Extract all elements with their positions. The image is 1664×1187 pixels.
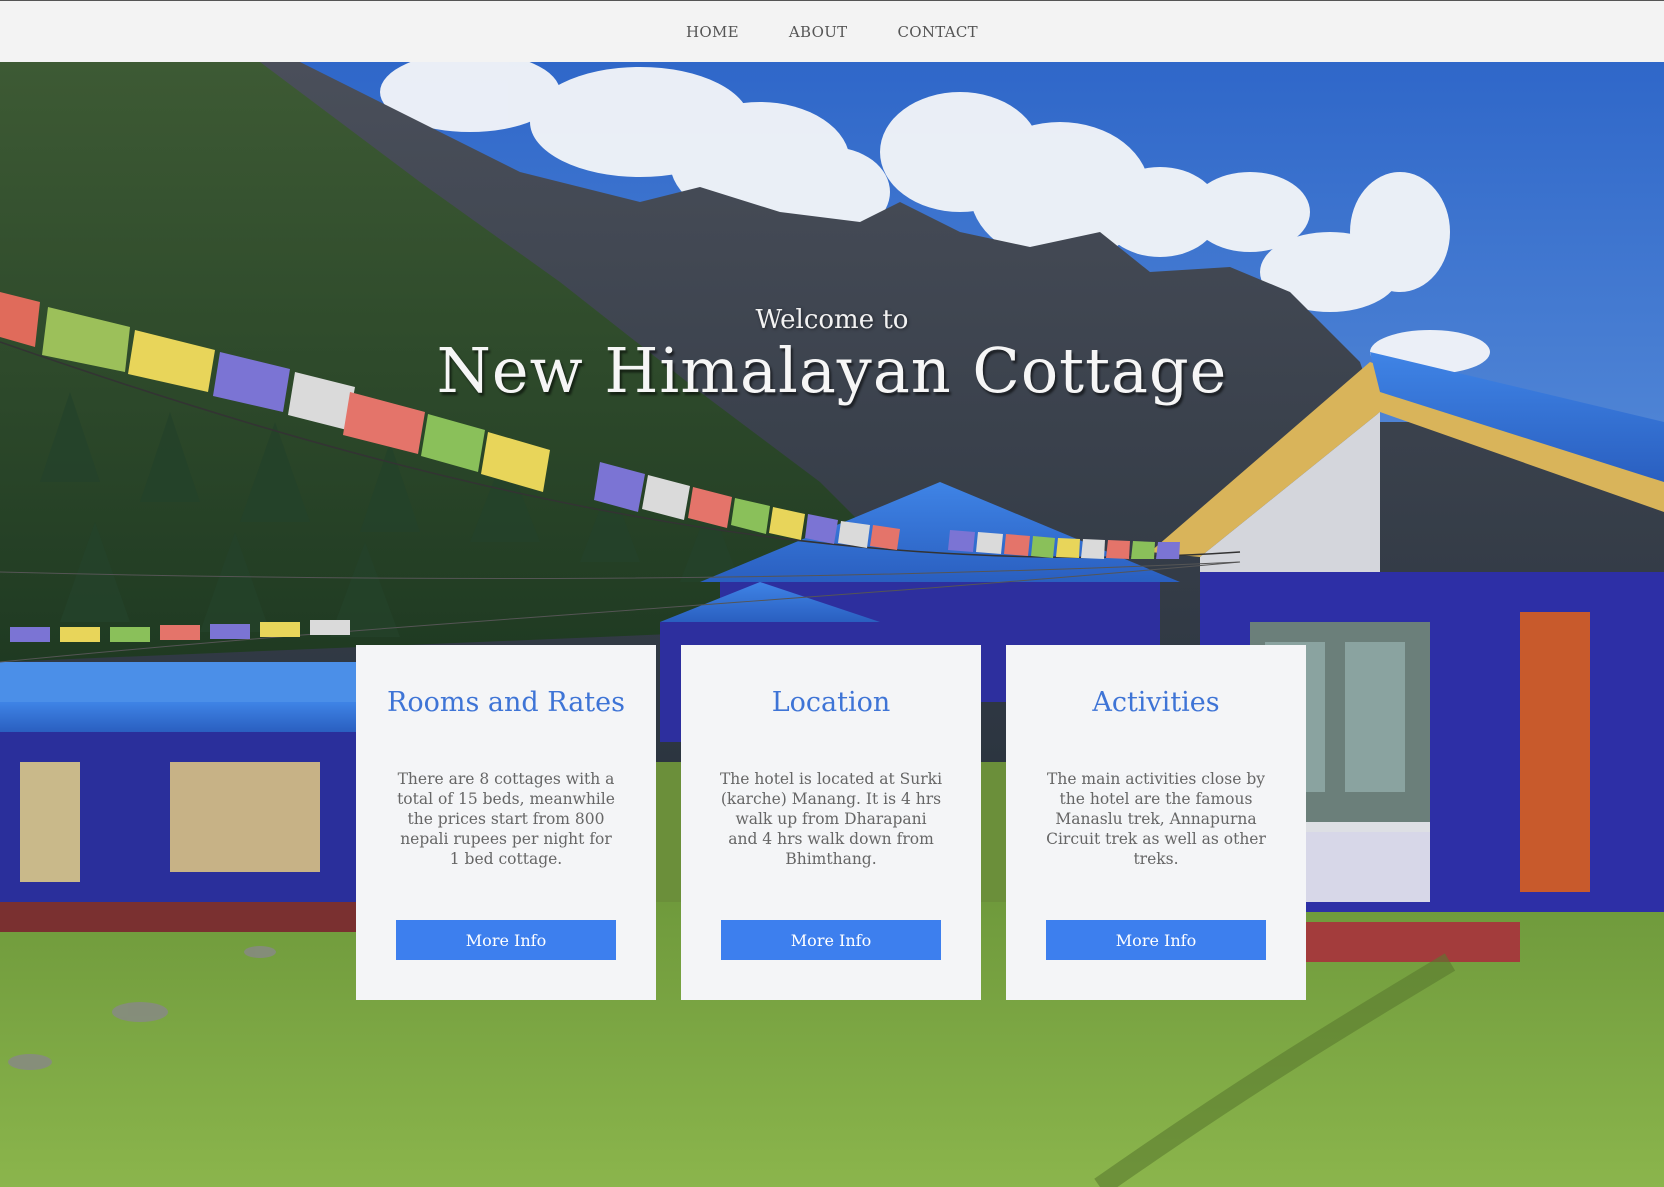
nav-contact-link[interactable]: CONTACT	[897, 19, 978, 45]
card-activities: Activities The main activities close by …	[1006, 645, 1306, 1000]
activities-more-info-button[interactable]: More Info	[1046, 920, 1266, 960]
card-rooms-and-rates: Rooms and Rates There are 8 cottages wit…	[356, 645, 656, 1000]
card-heading: Rooms and Rates	[387, 687, 625, 718]
card-text: The hotel is located at Surki (karche) M…	[719, 770, 943, 868]
card-heading: Activities	[1092, 687, 1220, 718]
top-nav: HOME ABOUT CONTACT	[0, 0, 1664, 62]
nav-about-link[interactable]: ABOUT	[789, 19, 848, 45]
hero-background-image	[0, 62, 1664, 1187]
rooms-more-info-button[interactable]: More Info	[396, 920, 616, 960]
card-heading: Location	[771, 687, 891, 718]
card-text: The main activities close by the hotel a…	[1046, 770, 1266, 868]
page-title: New Himalayan Cottage	[436, 334, 1228, 407]
card-location: Location The hotel is located at Surki (…	[681, 645, 981, 1000]
welcome-text: Welcome to	[755, 305, 909, 335]
nav-home-link[interactable]: HOME	[686, 19, 739, 45]
location-more-info-button[interactable]: More Info	[721, 920, 941, 960]
card-text: There are 8 cottages with a total of 15 …	[397, 770, 615, 868]
